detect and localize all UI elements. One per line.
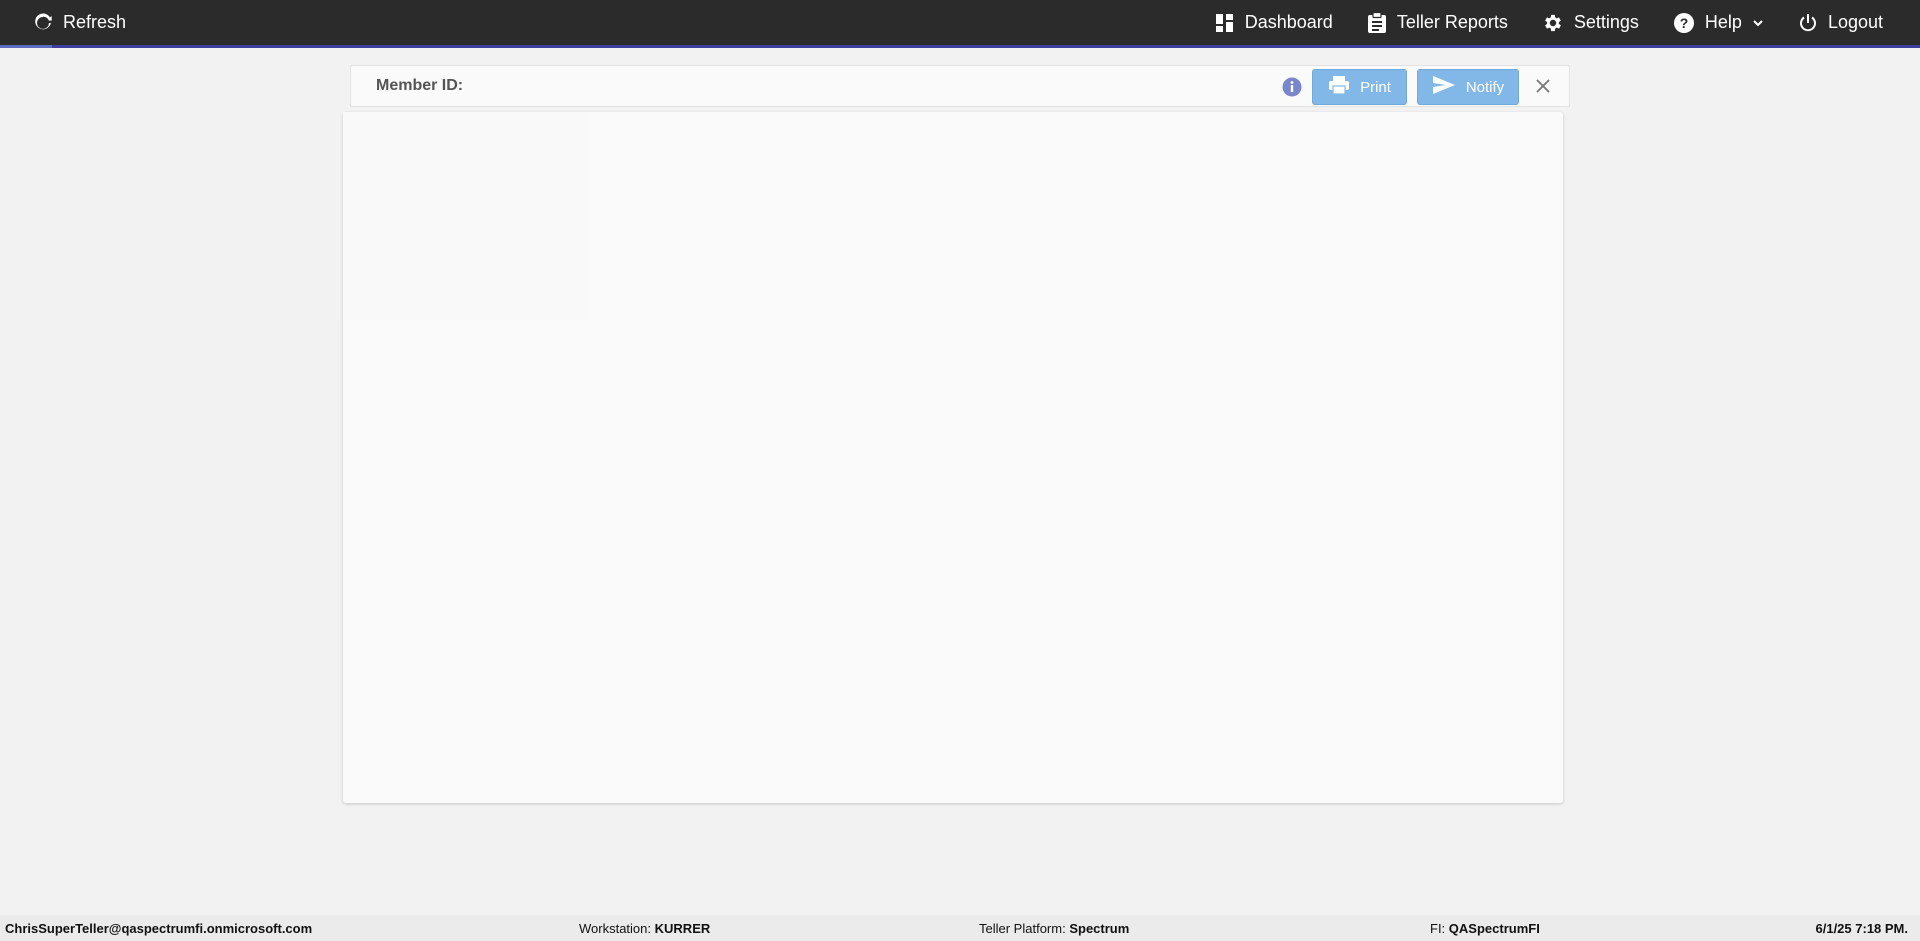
status-fi-label: FI: bbox=[1430, 921, 1446, 936]
nav-logout-label: Logout bbox=[1827, 12, 1883, 32]
status-platform-value: Spectrum bbox=[1069, 921, 1130, 936]
dashboard-icon bbox=[1215, 13, 1235, 33]
nav-dashboard[interactable]: Dashboard bbox=[1198, 0, 1350, 45]
nav-logout[interactable]: Logout bbox=[1781, 0, 1900, 45]
help-circle-icon: ? bbox=[1673, 12, 1695, 34]
refresh-label: Refresh bbox=[63, 12, 127, 32]
status-workstation-value: KURRER bbox=[654, 921, 711, 936]
nav-dashboard-label: Dashboard bbox=[1244, 12, 1333, 32]
nav-settings-label: Settings bbox=[1573, 12, 1639, 32]
member-id-input[interactable] bbox=[466, 70, 1346, 102]
chevron-down-icon bbox=[1752, 17, 1764, 29]
status-workstation: Workstation: KURRER bbox=[579, 921, 710, 936]
nav-left: Refresh bbox=[33, 0, 143, 45]
member-id-label: Member ID: bbox=[376, 77, 464, 94]
status-user-value: ChrisSuperTeller@qaspectrumfi.onmicrosof… bbox=[5, 921, 313, 936]
status-user: ChrisSuperTeller@qaspectrumfi.onmicrosof… bbox=[5, 921, 312, 936]
status-datetime-value: 6/1/25 7:18 PM. bbox=[1815, 921, 1909, 936]
clipboard-icon bbox=[1367, 11, 1387, 34]
content-placeholder bbox=[343, 112, 588, 320]
nav-right: Dashboard Teller Reports Settings ? Help… bbox=[1198, 0, 1900, 45]
notify-label: Notify bbox=[1465, 78, 1505, 96]
print-label: Print bbox=[1360, 78, 1391, 96]
nav-help[interactable]: ? Help bbox=[1656, 0, 1781, 45]
loading-progress-fill bbox=[0, 45, 52, 48]
print-button[interactable]: Print bbox=[1312, 69, 1407, 105]
svg-text:?: ? bbox=[1680, 15, 1689, 31]
status-platform: Teller Platform: Spectrum bbox=[979, 921, 1129, 936]
status-datetime: 6/1/25 7:18 PM. bbox=[1816, 921, 1909, 936]
notify-button[interactable]: Notify bbox=[1417, 69, 1519, 105]
info-icon[interactable] bbox=[1282, 77, 1302, 102]
power-icon bbox=[1798, 13, 1818, 33]
send-icon bbox=[1432, 75, 1456, 99]
nav-teller-reports-label: Teller Reports bbox=[1396, 12, 1508, 32]
status-workstation-label: Workstation: bbox=[579, 921, 652, 936]
top-navigation-bar: Refresh Dashboard Teller Reports Setting… bbox=[0, 0, 1920, 45]
printer-icon bbox=[1328, 75, 1350, 99]
nav-settings[interactable]: Settings bbox=[1525, 0, 1656, 45]
status-bar: ChrisSuperTeller@qaspectrumfi.onmicrosof… bbox=[0, 915, 1920, 941]
status-platform-label: Teller Platform: bbox=[979, 921, 1066, 936]
status-fi: FI: QASpectrumFI bbox=[1430, 921, 1540, 936]
nav-teller-reports[interactable]: Teller Reports bbox=[1350, 0, 1525, 45]
close-icon[interactable] bbox=[1535, 78, 1551, 99]
gear-icon bbox=[1542, 12, 1564, 34]
refresh-icon bbox=[33, 12, 53, 33]
member-content-panel bbox=[343, 112, 1563, 803]
member-id-bar: Member ID: Print Notify bbox=[350, 65, 1570, 107]
nav-help-label: Help bbox=[1704, 12, 1742, 32]
loading-progress-bar bbox=[0, 45, 1920, 48]
refresh-button[interactable]: Refresh bbox=[33, 0, 143, 45]
status-fi-value: QASpectrumFI bbox=[1448, 921, 1540, 936]
